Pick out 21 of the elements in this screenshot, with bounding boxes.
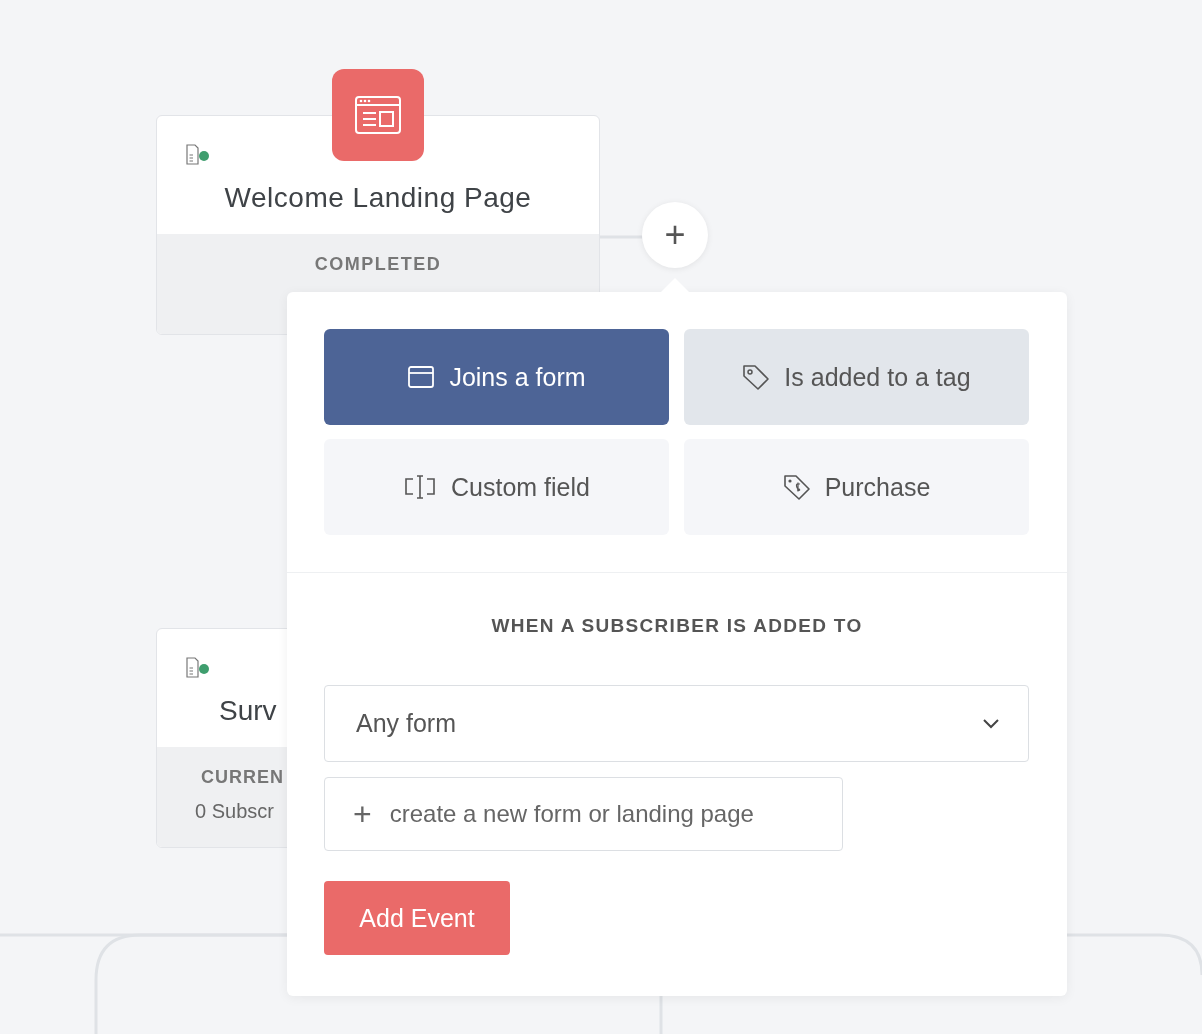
chevron-down-icon bbox=[982, 717, 1000, 730]
card-status: COMPLETED bbox=[313, 254, 443, 275]
document-status-icon bbox=[185, 144, 211, 166]
trigger-option[interactable]: Purchase bbox=[684, 439, 1029, 535]
create-form-button[interactable]: + create a new form or landing page bbox=[324, 777, 843, 851]
section-heading: WHEN A SUBSCRIBER IS ADDED TO bbox=[491, 615, 863, 637]
price-tag-icon bbox=[782, 474, 811, 500]
text-field-icon bbox=[403, 474, 437, 500]
form-select[interactable]: Any form bbox=[324, 685, 1029, 762]
window-icon bbox=[407, 365, 436, 389]
card-title: Welcome Landing Page bbox=[223, 182, 533, 214]
trigger-option[interactable]: Custom field bbox=[324, 439, 669, 535]
card-title: Surv bbox=[219, 695, 277, 727]
add-step-button[interactable]: + bbox=[642, 202, 708, 268]
browser-window-icon bbox=[354, 95, 402, 135]
subscriber-count: 0 Subscr bbox=[195, 800, 274, 823]
card-status: CURREN bbox=[201, 767, 284, 788]
trigger-option[interactable]: Joins a form bbox=[324, 329, 669, 425]
tag-icon bbox=[742, 364, 771, 390]
document-status-icon bbox=[185, 657, 211, 679]
trigger-option[interactable]: Is added to a tag bbox=[684, 329, 1029, 425]
